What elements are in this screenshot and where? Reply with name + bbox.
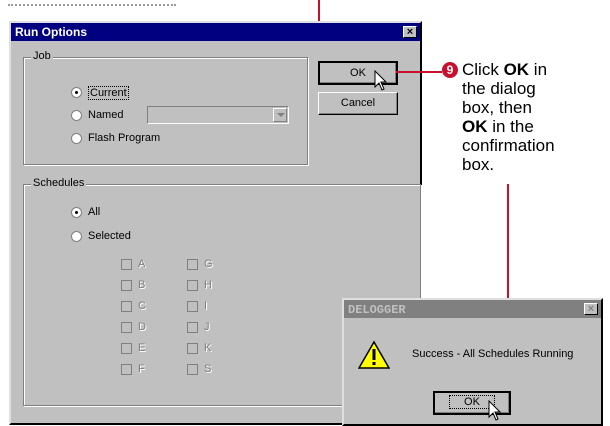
top-dashed-line: [8, 4, 176, 6]
checkbox-f-label: F: [138, 363, 145, 375]
checkbox-s[interactable]: [187, 364, 198, 375]
checkbox-j-label: J: [204, 321, 210, 333]
checkbox-i[interactable]: [187, 301, 198, 312]
callout-text: 9 Click OK in the dialog box, then OK in …: [442, 60, 604, 174]
checkbox-b[interactable]: [121, 280, 132, 291]
callout-line3: box, then: [462, 98, 532, 117]
confirmation-titlebar: DELOGGER ×: [344, 300, 601, 318]
schedules-group-label: Schedules: [31, 177, 87, 189]
callout-line1-pre: Click: [462, 60, 504, 79]
callout-line2: the dialog: [462, 79, 536, 98]
checkbox-f[interactable]: [121, 364, 132, 375]
checkbox-h-label: H: [204, 279, 212, 291]
callout-line4: OK in the: [442, 117, 604, 136]
callout-line1-bold: OK: [503, 60, 530, 79]
callout-line-down: [507, 184, 509, 302]
named-job-select[interactable]: [147, 106, 289, 124]
radio-flash-program-label[interactable]: Flash Program: [88, 132, 160, 144]
radio-all-label[interactable]: All: [88, 206, 100, 218]
callout-line6: box.: [462, 155, 495, 174]
checkbox-e[interactable]: [121, 343, 132, 354]
radio-current[interactable]: [71, 87, 82, 98]
checkbox-s-label: S: [204, 363, 212, 375]
radio-selected[interactable]: [71, 231, 82, 242]
radio-current-label[interactable]: Current: [88, 86, 129, 100]
close-icon[interactable]: ×: [584, 303, 598, 315]
checkbox-g[interactable]: [187, 259, 198, 270]
confirmation-message: Success - All Schedules Running: [412, 348, 574, 360]
checkbox-k[interactable]: [187, 343, 198, 354]
cancel-button-label: Cancel: [340, 97, 376, 109]
callout-line1-post: in: [529, 60, 548, 79]
confirmation-dialog: DELOGGER × Success - All Schedules Runni…: [342, 298, 603, 426]
ok-button-label: OK: [350, 67, 366, 79]
close-icon[interactable]: ×: [403, 26, 417, 38]
checkbox-a[interactable]: [121, 259, 132, 270]
checkbox-h[interactable]: [187, 280, 198, 291]
run-options-title: Run Options: [15, 25, 87, 39]
job-group-label: Job: [31, 50, 53, 62]
radio-named-label[interactable]: Named: [88, 109, 123, 121]
step-number-badge: 9: [442, 62, 458, 78]
checkbox-c-label: C: [138, 300, 146, 312]
cursor-arrow-icon: [374, 70, 388, 91]
checkbox-a-label: A: [138, 258, 146, 270]
checkbox-d[interactable]: [121, 322, 132, 333]
radio-flash-program[interactable]: [71, 133, 82, 144]
callout-line4-bold: OK: [462, 117, 488, 136]
checkbox-e-label: E: [138, 342, 146, 354]
run-options-titlebar: Run Options ×: [11, 23, 420, 41]
checkbox-c[interactable]: [121, 301, 132, 312]
cancel-button[interactable]: Cancel: [318, 92, 398, 115]
confirmation-title: DELOGGER: [348, 303, 406, 317]
callout-line5: confirmation: [462, 136, 555, 155]
checkbox-g-label: G: [204, 258, 213, 270]
radio-all[interactable]: [71, 207, 82, 218]
checkbox-b-label: B: [138, 279, 146, 291]
checkbox-i-label: I: [204, 300, 208, 312]
callout-line4-post: in the: [487, 117, 534, 136]
radio-selected-label[interactable]: Selected: [88, 230, 131, 242]
radio-named[interactable]: [71, 110, 82, 121]
checkbox-j[interactable]: [187, 322, 198, 333]
callout-line1: 9 Click OK in: [442, 60, 604, 79]
checkbox-d-label: D: [138, 321, 146, 333]
chevron-down-icon[interactable]: [273, 108, 287, 122]
warning-icon: [358, 340, 390, 369]
callout-line-h: [396, 71, 442, 73]
cursor-arrow-icon: [488, 400, 502, 421]
checkbox-k-label: K: [204, 342, 212, 354]
